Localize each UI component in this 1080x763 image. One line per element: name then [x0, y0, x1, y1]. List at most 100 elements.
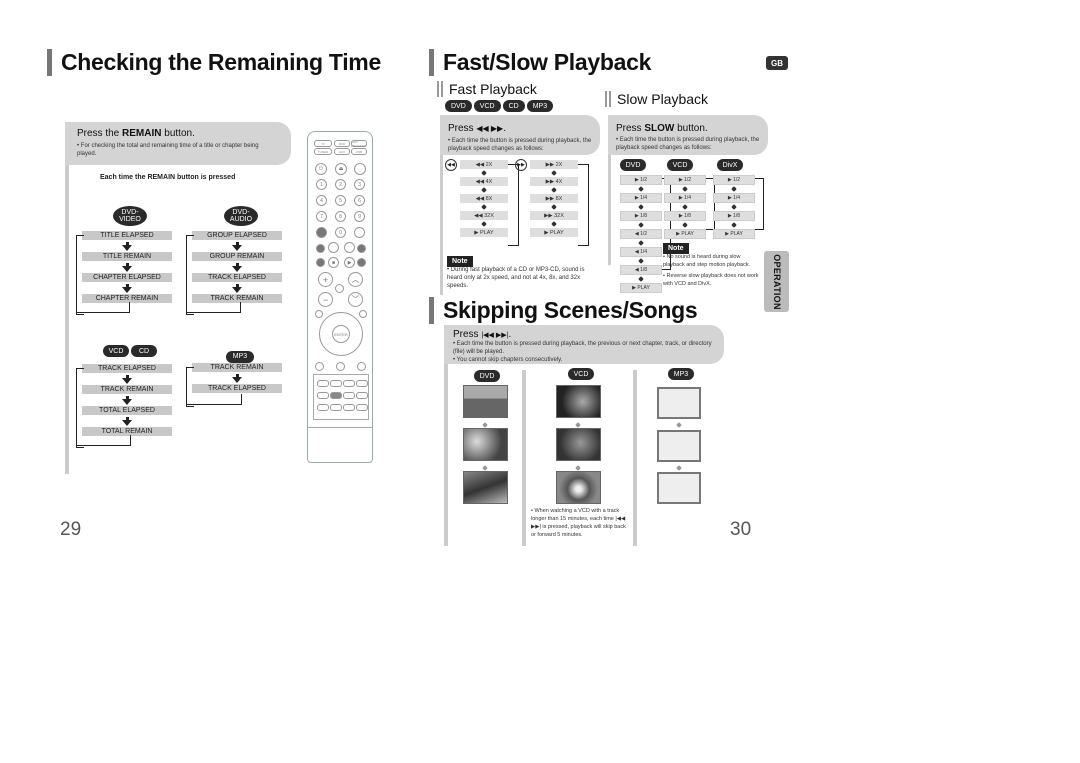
loop-line	[76, 368, 84, 448]
badges-vcd-cd: VCD CD	[103, 345, 159, 357]
remote-tv-button: TV	[314, 140, 332, 147]
fast-forward-icon: ▶▶	[515, 159, 527, 171]
remote-num-9: 9	[354, 211, 365, 222]
remote-small-button	[356, 380, 368, 387]
remote-return-button	[359, 310, 367, 318]
arrow-down-icon	[232, 287, 242, 293]
vcd-scene-thumbnail	[556, 385, 601, 418]
remote-num-2: 2	[335, 179, 346, 190]
speed-item: ◀ 1/2	[620, 229, 662, 239]
flow-item: TOTAL ELAPSED	[82, 406, 172, 416]
arrow-down-icon	[638, 276, 644, 282]
arrow-down-icon	[122, 245, 132, 251]
speed-item: ▶ PLAY	[620, 283, 662, 293]
remote-dvd-receiver-button: DVD RECEIVER	[351, 139, 367, 148]
tuning-down-icon: ﹀	[348, 292, 363, 307]
remain-button-label: REMAIN	[122, 128, 162, 139]
arrow-down-icon	[638, 240, 644, 246]
skip-bullet-text: You cannot skip chapters consecutively.	[456, 357, 563, 363]
arrow-down-icon	[731, 204, 737, 210]
badge-vcd: VCD	[568, 368, 594, 380]
slow-notes: • No sound is heard during slow playback…	[663, 253, 763, 288]
heading-bar	[605, 91, 607, 107]
arrow-down-icon	[638, 258, 644, 264]
remote-small-button	[343, 404, 355, 411]
press-prefix: Press	[448, 123, 477, 134]
press-suffix: button.	[674, 123, 708, 134]
remote-num-7: 7	[316, 211, 327, 222]
speed-item: ▶ 1/2	[664, 175, 706, 185]
arrow-down-icon	[575, 465, 581, 471]
remote-aux-button: AUX	[334, 148, 350, 155]
tuning-up-icon: ︿	[348, 272, 363, 287]
remote-small-button	[317, 404, 329, 411]
speed-item: ◀◀ 2X	[460, 160, 508, 169]
remote-function-area	[313, 374, 369, 420]
skip-instruction-box: Press |◀◀ ▶▶|. • Each time the button is…	[444, 325, 724, 364]
arrow-down-icon	[551, 170, 557, 176]
remote-num-3: 3	[354, 179, 365, 190]
badge-mp3: MP3	[526, 100, 554, 112]
left-page-title: Checking the Remaining Time	[47, 49, 381, 76]
remote-small-button	[356, 392, 368, 399]
flow-item: TRACK ELAPSED	[82, 364, 172, 374]
speed-item: ◀◀ 8X	[460, 194, 508, 203]
remote-small-button	[356, 404, 368, 411]
remote-repeat-button	[344, 242, 355, 253]
dvd-scene-thumbnail	[463, 428, 508, 461]
badge-dvd-audio: DVD- AUDIO	[224, 206, 258, 226]
volume-up-icon: +	[318, 272, 333, 287]
loop-line-up	[130, 435, 131, 446]
speed-item: ▶ 1/4	[620, 193, 662, 203]
mp3-screen-thumbnail	[657, 430, 701, 462]
skip-column-divider	[633, 370, 637, 546]
speed-item: ▶ 1/4	[664, 193, 706, 203]
speed-item: ▶ 1/8	[620, 211, 662, 221]
language-badge: GB	[766, 56, 788, 70]
arrow-down-icon	[481, 204, 487, 210]
speed-item: ▶ PLAY	[530, 228, 578, 237]
skip-bullet: • Each time the button is pressed during…	[453, 341, 712, 355]
remain-subheading: Each time the REMAIN button is pressed	[100, 174, 236, 181]
rewind-icon: ◀◀	[445, 159, 457, 171]
slow-note-item: • No sound is heard during slow playback…	[663, 254, 751, 268]
skip-title: Skipping Scenes/Songs	[429, 297, 698, 324]
badge-vcd: VCD	[103, 345, 129, 357]
speed-item: ▶ 1/8	[664, 211, 706, 221]
speed-item: ◀◀ 4X	[460, 177, 508, 186]
slow-vcd-sequence: ▶ 1/2 ▶ 1/4 ▶ 1/8 ▶ PLAY	[664, 175, 706, 239]
remote-info-button	[315, 362, 324, 371]
fast-bullet-text: Each time the button is pressed during p…	[448, 138, 592, 152]
mp3-screen-thumbnail	[657, 472, 701, 504]
skip-bullet-text: Each time the button is pressed during p…	[453, 341, 712, 355]
skip-title-text: Skipping Scenes/Songs	[443, 297, 698, 323]
skip-column-divider	[522, 370, 526, 546]
eject-icon: ⏏	[335, 163, 347, 175]
arrow-down-icon	[122, 399, 132, 405]
remote-small-button	[317, 380, 329, 387]
fast-instruction-box: Press ◀◀ ▶▶. • Each time the button is p…	[440, 115, 600, 155]
arrow-down-icon	[551, 204, 557, 210]
arrow-down-icon	[232, 266, 242, 272]
arrow-down-icon	[676, 465, 682, 471]
vcd-skip-note: • When watching a VCD with a track longe…	[531, 508, 626, 538]
badge-dvd-video: DVD- VIDEO	[113, 206, 147, 226]
right-page-title: Fast/Slow Playback	[429, 49, 651, 76]
remote-usb-button: USB	[351, 148, 367, 155]
vcd-scene-thumbnail	[556, 428, 601, 461]
remain-press-text: Press the REMAIN button.	[77, 128, 195, 139]
speed-item: ▶ PLAY	[713, 229, 755, 239]
flow-item: TRACK ELAPSED	[192, 273, 282, 283]
loop-line	[186, 367, 194, 407]
arrow-down-icon	[122, 266, 132, 272]
arrow-down-icon	[638, 222, 644, 228]
slow-note-text: No sound is heard during slow playback a…	[663, 254, 751, 268]
remote-menu-button	[315, 310, 323, 318]
arrow-down-icon	[638, 186, 644, 192]
flow-item: GROUP REMAIN	[192, 252, 282, 262]
remote-slow-button	[330, 392, 342, 399]
vcd-scene-thumbnail	[556, 471, 601, 504]
remote-dvd-button: DVD	[334, 140, 350, 147]
fast-press-text: Press ◀◀ ▶▶.	[448, 123, 506, 134]
speed-item: ▶ PLAY	[460, 228, 508, 237]
